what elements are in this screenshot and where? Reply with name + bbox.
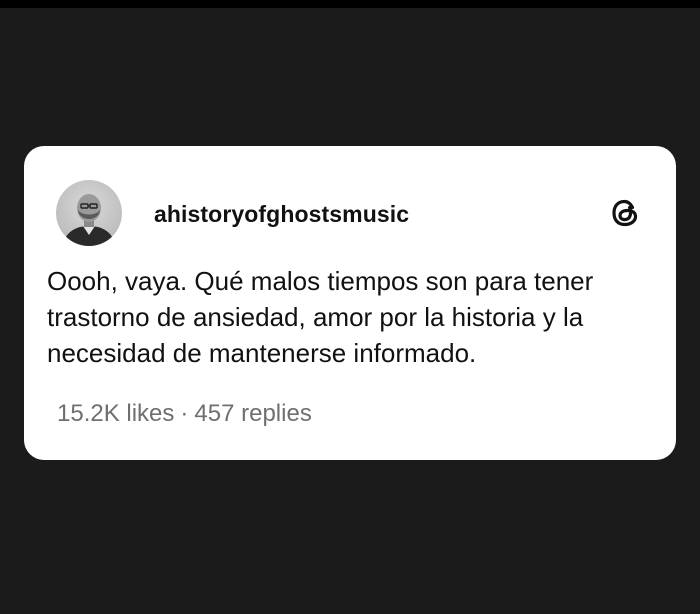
post-stats: 15.2K likes · 457 replies [57, 400, 312, 428]
avatar-photo [62, 194, 116, 246]
post-text: Oooh, vaya. Qué malos tiempos son para t… [47, 266, 594, 368]
threads-icon[interactable] [607, 195, 643, 231]
top-border [0, 0, 700, 8]
post-card: ahistoryofghostsmusic Oooh, vaya. Qué ma… [24, 146, 676, 460]
username[interactable]: ahistoryofghostsmusic [154, 201, 409, 228]
stats-separator: · [180, 400, 189, 427]
avatar[interactable] [56, 180, 122, 246]
replies-count[interactable]: 457 replies [194, 400, 311, 427]
likes-count[interactable]: 15.2K likes [57, 400, 174, 427]
